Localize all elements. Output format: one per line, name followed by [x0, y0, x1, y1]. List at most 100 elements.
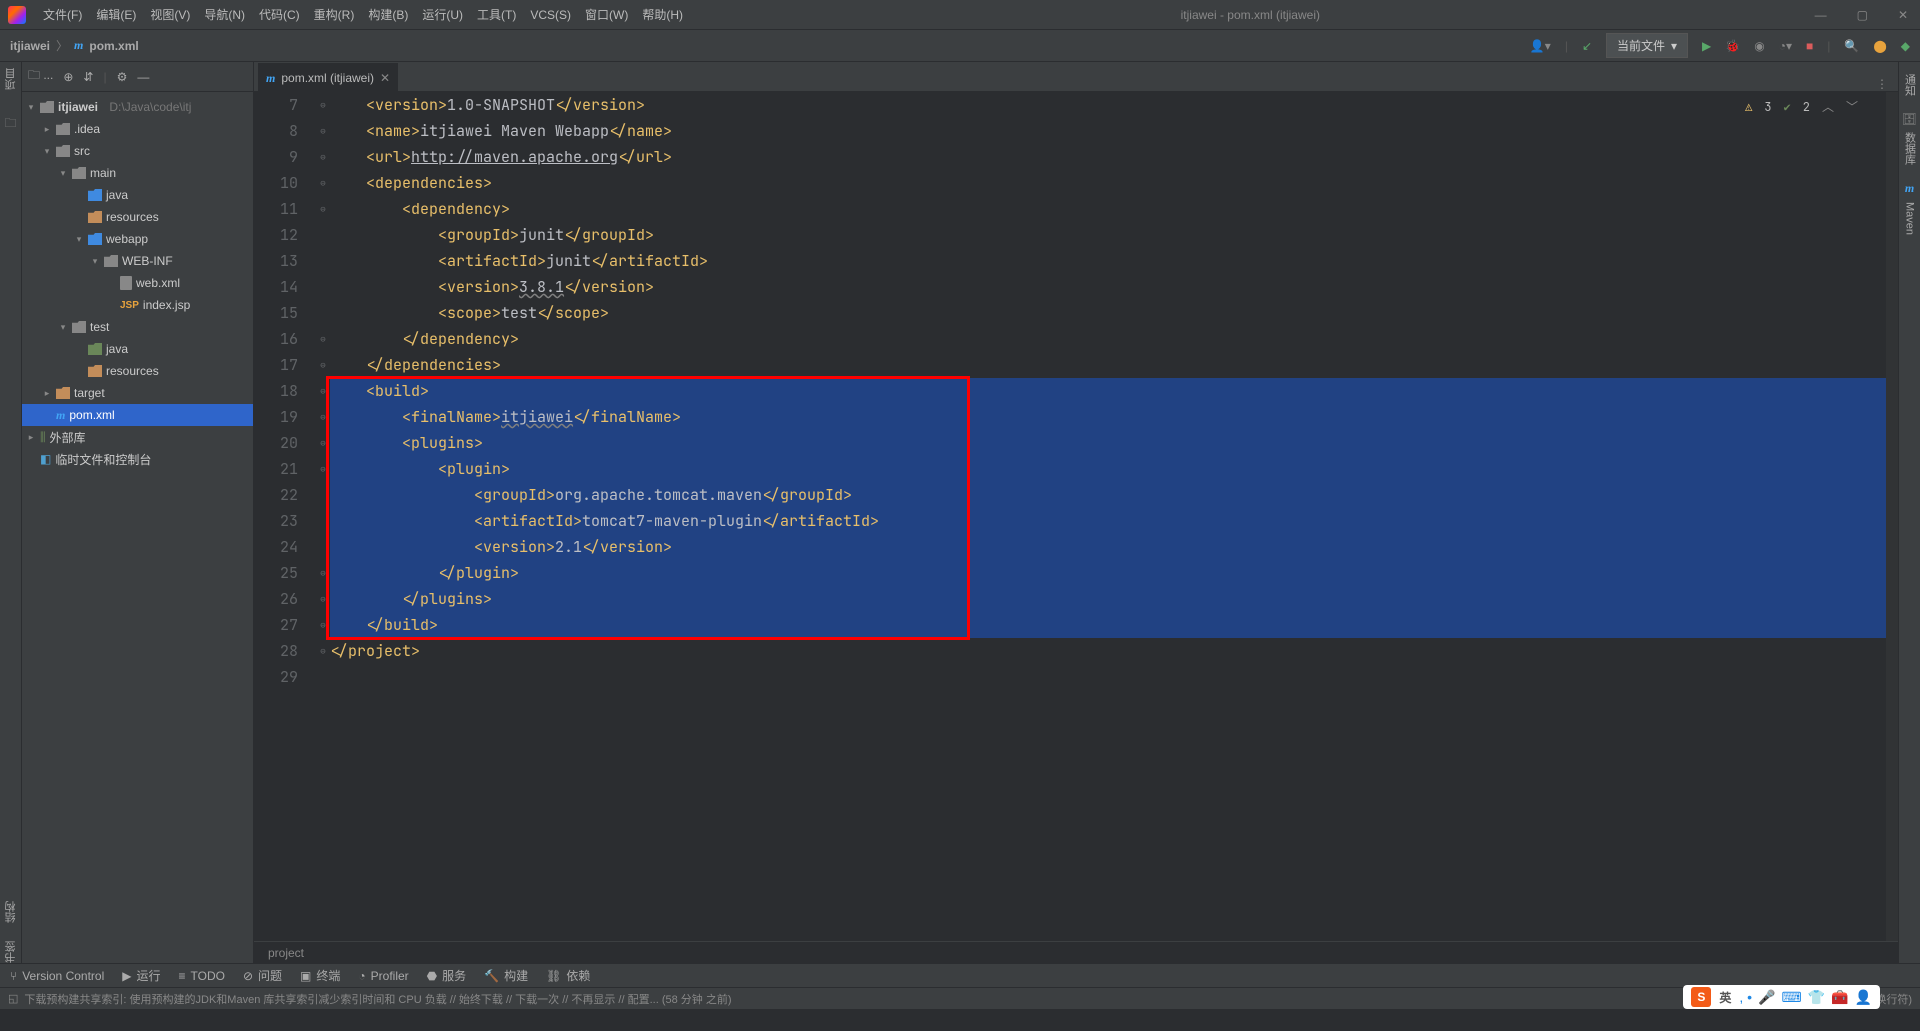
hide-icon[interactable]: —: [137, 70, 149, 84]
sync-icon[interactable]: ⬤: [1873, 39, 1886, 53]
tool-structure-tab[interactable]: 结构: [3, 901, 19, 923]
profiler-icon: ◔: [358, 969, 365, 983]
database-icon[interactable]: 🗄: [1902, 112, 1917, 126]
status-corner-icon[interactable]: ◱: [8, 992, 18, 1005]
tree-test-java[interactable]: java: [22, 338, 253, 360]
menu-tools[interactable]: 工具(T): [470, 2, 523, 27]
fold-gutter[interactable]: ⊖⊖⊖⊖⊖⊖⊖ ⊖⊖⊖⊖⊖⊖⊖⊖: [316, 92, 330, 941]
search-icon[interactable]: 🔍: [1844, 39, 1859, 53]
tree-idea[interactable]: ▸.idea: [22, 118, 253, 140]
menu-build[interactable]: 构建(B): [361, 2, 415, 27]
run-config-selector[interactable]: 当前文件 ▾: [1606, 33, 1688, 58]
menu-view[interactable]: 视图(V): [143, 2, 197, 27]
tool-run[interactable]: ▶运行: [122, 967, 160, 984]
menu-file[interactable]: 文件(F): [36, 2, 89, 27]
tool-profiler[interactable]: ◔Profiler: [358, 969, 408, 983]
tool-project-tab[interactable]: 项目: [3, 68, 19, 90]
tree-target[interactable]: ▸target: [22, 382, 253, 404]
users-icon[interactable]: 👤▾: [1530, 39, 1551, 53]
bottom-tool-bar: ⑂Version Control ▶运行 ≡TODO ⊘问题 ▣终端 ◔Prof…: [0, 963, 1920, 987]
tool-database-tab[interactable]: 数据库: [1902, 126, 1918, 171]
tree-java[interactable]: java: [22, 184, 253, 206]
project-view-icon[interactable]: 🗀 ...: [28, 66, 53, 87]
status-info-text[interactable]: 下载预构建共享索引: 使用预构建的JDK和Maven 库共享索引减少索引时间和 …: [24, 991, 731, 1007]
deps-icon: ⛓: [546, 969, 561, 983]
tree-indexjsp[interactable]: JSPindex.jsp: [22, 294, 253, 316]
tool-todo[interactable]: ≡TODO: [179, 969, 225, 983]
line-gutter: 7891011121314151617181920212223242526272…: [254, 92, 316, 941]
coverage-button[interactable]: ◉: [1754, 39, 1764, 53]
chevron-up-icon[interactable]: ︿: [1822, 98, 1834, 115]
tree-webapp[interactable]: ▾webapp: [22, 228, 253, 250]
tool-services[interactable]: ⬣服务: [427, 967, 467, 984]
close-button[interactable]: ✕: [1894, 8, 1912, 22]
editor-breadcrumb[interactable]: project: [254, 941, 1898, 963]
tab-menu-icon[interactable]: ⋮: [1866, 77, 1898, 91]
editor-tabs: m pom.xml (itjiawei) ✕ ⋮: [254, 62, 1898, 92]
tree-test-resources[interactable]: resources: [22, 360, 253, 382]
menu-edit[interactable]: 编辑(E): [89, 2, 143, 27]
menu-vcs[interactable]: VCS(S): [523, 4, 578, 26]
tool-vcs[interactable]: ⑂Version Control: [10, 969, 104, 983]
ime-toolbox-icon[interactable]: 🧰: [1831, 989, 1848, 1006]
folder-icon[interactable]: 🗀: [4, 114, 16, 135]
minimize-button[interactable]: —: [1811, 8, 1831, 22]
breadcrumb-project[interactable]: itjiawei: [10, 39, 50, 53]
menu-code[interactable]: 代码(C): [252, 2, 307, 27]
editor-body[interactable]: 7891011121314151617181920212223242526272…: [254, 92, 1898, 941]
project-tree[interactable]: ▾itjiawei D:\Java\code\itj ▸.idea ▾src ▾…: [22, 92, 253, 963]
close-tab-icon[interactable]: ✕: [380, 71, 390, 85]
target-icon[interactable]: ⊕: [63, 70, 73, 84]
code-with-me-icon[interactable]: ◆: [1901, 39, 1910, 53]
maven-file-icon: m: [74, 38, 83, 53]
tool-bookmarks-tab[interactable]: 书签: [3, 941, 19, 963]
tool-deps[interactable]: ⛓依赖: [546, 967, 590, 984]
tree-resources[interactable]: resources: [22, 206, 253, 228]
tree-src[interactable]: ▾src: [22, 140, 253, 162]
ime-punct-icon[interactable]: , •: [1739, 989, 1752, 1006]
gear-icon[interactable]: ⚙: [117, 70, 128, 84]
check-icon: ✔: [1784, 99, 1791, 115]
tree-main[interactable]: ▾main: [22, 162, 253, 184]
chevron-down-icon[interactable]: ﹀: [1846, 98, 1858, 115]
tree-test[interactable]: ▾test: [22, 316, 253, 338]
debug-button[interactable]: 🐞: [1725, 39, 1740, 53]
tree-webinf[interactable]: ▾WEB-INF: [22, 250, 253, 272]
tool-problems[interactable]: ⊘问题: [243, 967, 282, 984]
ime-user-icon[interactable]: 👤: [1855, 989, 1872, 1006]
menu-help[interactable]: 帮助(H): [635, 2, 690, 27]
breadcrumb-file[interactable]: pom.xml: [89, 39, 138, 53]
ime-indicator[interactable]: S 英 , • 🎤 ⌨ 👕 🧰 👤: [1683, 985, 1880, 1009]
tool-notifications-tab[interactable]: 通知: [1902, 68, 1918, 102]
expand-icon[interactable]: ⇵: [83, 70, 93, 84]
menu-run[interactable]: 运行(U): [415, 2, 470, 27]
tree-external-libs[interactable]: ▸⫼外部库: [22, 426, 253, 448]
ime-keyboard-icon[interactable]: ⌨: [1781, 989, 1801, 1006]
stop-button[interactable]: ■: [1806, 39, 1813, 53]
breadcrumb[interactable]: itjiawei 〉 m pom.xml: [10, 37, 139, 54]
project-tool-window: 🗀 ... ⊕ ⇵ | ⚙ — ▾itjiawei D:\Java\code\i…: [22, 62, 254, 963]
menu-refactor[interactable]: 重构(R): [307, 2, 362, 27]
editor-scrollbar[interactable]: [1886, 92, 1898, 941]
profile-button[interactable]: ◔▾: [1779, 39, 1792, 53]
maximize-button[interactable]: ▢: [1853, 8, 1872, 22]
tree-webxml[interactable]: web.xml: [22, 272, 253, 294]
run-button[interactable]: ▶: [1702, 39, 1711, 53]
tool-terminal[interactable]: ▣终端: [300, 967, 340, 984]
tree-root[interactable]: ▾itjiawei D:\Java\code\itj: [22, 96, 253, 118]
code-area[interactable]: <version>1.0-SNAPSHOT</version> <name>it…: [330, 92, 1886, 941]
tree-pom[interactable]: mpom.xml: [22, 404, 253, 426]
ime-voice-icon[interactable]: 🎤: [1758, 989, 1775, 1006]
menu-window[interactable]: 窗口(W): [578, 2, 635, 27]
git-update-icon[interactable]: ↙: [1582, 39, 1592, 53]
branch-icon: ⑂: [10, 969, 17, 983]
editor-inspections[interactable]: ⚠3 ✔2 ︿ ﹀: [1745, 98, 1858, 115]
warn-icon: ⊘: [243, 969, 253, 983]
ime-skin-icon[interactable]: 👕: [1808, 989, 1825, 1006]
tool-build[interactable]: 🔨构建: [484, 967, 528, 984]
menu-navigate[interactable]: 导航(N): [197, 2, 252, 27]
tool-maven-tab[interactable]: Maven: [1904, 196, 1916, 241]
tree-scratches[interactable]: ◧临时文件和控制台: [22, 448, 253, 470]
editor-tab-pom[interactable]: m pom.xml (itjiawei) ✕: [258, 63, 398, 91]
maven-icon[interactable]: m: [1905, 181, 1914, 196]
